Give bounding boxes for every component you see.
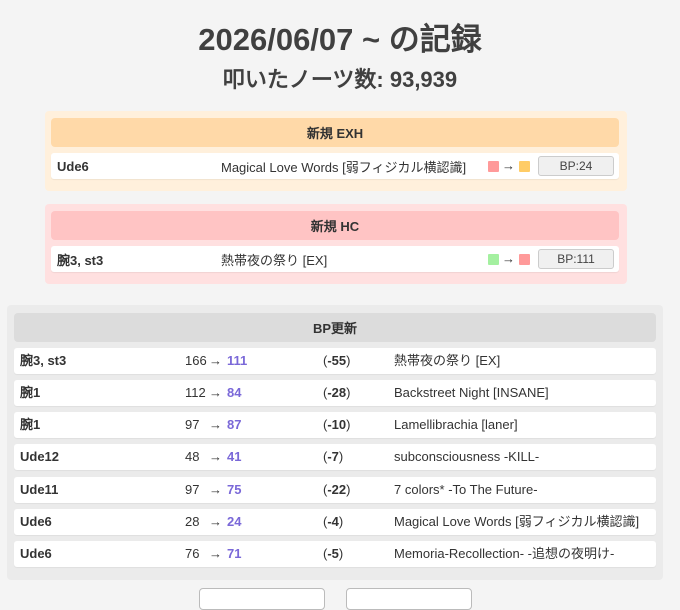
old-bp: 97 bbox=[185, 482, 200, 497]
bp-diff: (-22) bbox=[323, 482, 351, 497]
bp-diff: (-7) bbox=[323, 449, 344, 464]
new-bp: 87 bbox=[227, 417, 242, 432]
arrow-icon: → bbox=[502, 158, 515, 173]
new-bp: 84 bbox=[227, 385, 242, 400]
bp-row: 腕1 97 → 87 (-10) Lamellibrachia [laner] bbox=[14, 412, 656, 438]
player-name: Ude6 bbox=[20, 546, 52, 561]
song-title: Memoria-Recollection- -追想の夜明け- bbox=[394, 546, 615, 561]
new-hc-heading: 新規 HC bbox=[51, 211, 619, 240]
bp-row: Ude11 97 → 75 (-22) 7 colors* -To The Fu… bbox=[14, 477, 656, 503]
bp-badge: BP:111 bbox=[538, 249, 614, 269]
lamp-to-icon bbox=[519, 161, 530, 172]
song-title: Backstreet Night [INSANE] bbox=[394, 385, 549, 400]
bp-diff: (-5) bbox=[323, 546, 344, 561]
player-name: 腕3, st3 bbox=[57, 252, 104, 268]
arrow-icon: → bbox=[209, 514, 222, 529]
lamp-from-icon bbox=[488, 254, 499, 265]
old-bp: 166 bbox=[185, 353, 207, 368]
bp-row: 腕3, st3 166 → 111 (-55) 熱帯夜の祭り [EX] bbox=[14, 348, 656, 374]
player-name: 腕3, st3 bbox=[20, 353, 67, 368]
player-name: Ude6 bbox=[20, 514, 52, 529]
bottom-button-right[interactable] bbox=[346, 588, 472, 610]
arrow-icon: → bbox=[502, 251, 515, 266]
lamp-to-icon bbox=[519, 254, 530, 265]
new-bp: 41 bbox=[227, 449, 242, 464]
bp-row: Ude6 28 → 24 (-4) Magical Love Words [弱フ… bbox=[14, 509, 656, 535]
notes-count: 叩いたノーツ数: 93,939 bbox=[222, 67, 458, 92]
player-name: Ude11 bbox=[20, 482, 59, 497]
arrow-icon: → bbox=[209, 449, 222, 464]
player-name: Ude6 bbox=[57, 158, 89, 174]
bp-update-heading: BP更新 bbox=[14, 313, 656, 342]
player-name: Ude12 bbox=[20, 449, 60, 464]
song-title: 熱帯夜の祭り [EX] bbox=[221, 252, 328, 268]
new-hc-panel: 新規 HC 腕3, st3 熱帯夜の祭り [EX] → BP:111 bbox=[45, 204, 627, 284]
player-name: 腕1 bbox=[20, 417, 41, 432]
new-bp: 24 bbox=[227, 514, 242, 529]
bp-diff: (-4) bbox=[323, 514, 344, 529]
lamp-from-icon bbox=[488, 161, 499, 172]
record-row: Ude6 Magical Love Words [弱フィジカル横認識] → BP… bbox=[51, 153, 619, 179]
player-name: 腕1 bbox=[20, 385, 41, 400]
new-bp: 71 bbox=[227, 546, 242, 561]
bp-row: 腕1 112 → 84 (-28) Backstreet Night [INSA… bbox=[14, 380, 656, 406]
bp-diff: (-55) bbox=[323, 353, 351, 368]
new-bp: 75 bbox=[227, 482, 242, 497]
bp-diff: (-28) bbox=[323, 385, 351, 400]
bp-update-panel bbox=[7, 305, 663, 580]
new-exh-panel: 新規 EXH Ude6 Magical Love Words [弱フィジカル横認… bbox=[45, 111, 627, 191]
arrow-icon: → bbox=[209, 482, 222, 497]
bp-row: Ude6 76 → 71 (-5) Memoria-Recollection- … bbox=[14, 541, 656, 567]
page-title: 2026/06/07 ~ の記録 bbox=[198, 22, 482, 57]
song-title: Lamellibrachia [laner] bbox=[394, 417, 518, 432]
bp-badge: BP:24 bbox=[538, 156, 614, 176]
song-title: 熱帯夜の祭り [EX] bbox=[394, 353, 501, 368]
new-bp: 111 bbox=[227, 353, 248, 368]
song-title: Magical Love Words [弱フィジカル横認識] bbox=[221, 159, 467, 175]
old-bp: 97 bbox=[185, 417, 200, 432]
arrow-icon: → bbox=[209, 417, 222, 432]
old-bp: 48 bbox=[185, 449, 200, 464]
new-exh-heading: 新規 EXH bbox=[51, 118, 619, 147]
old-bp: 76 bbox=[185, 546, 200, 561]
bottom-button-left[interactable] bbox=[199, 588, 325, 610]
arrow-icon: → bbox=[209, 546, 222, 561]
bp-row: Ude12 48 → 41 (-7) subconsciousness -KIL… bbox=[14, 444, 656, 470]
bp-diff: (-10) bbox=[323, 417, 351, 432]
song-title: subconsciousness -KILL- bbox=[394, 449, 540, 464]
record-row: 腕3, st3 熱帯夜の祭り [EX] → BP:111 bbox=[51, 246, 619, 272]
arrow-icon: → bbox=[209, 385, 222, 400]
old-bp: 28 bbox=[185, 514, 200, 529]
song-title: 7 colors* -To The Future- bbox=[394, 482, 538, 497]
old-bp: 112 bbox=[185, 385, 206, 400]
arrow-icon: → bbox=[209, 353, 222, 368]
song-title: Magical Love Words [弱フィジカル横認識] bbox=[394, 514, 640, 529]
